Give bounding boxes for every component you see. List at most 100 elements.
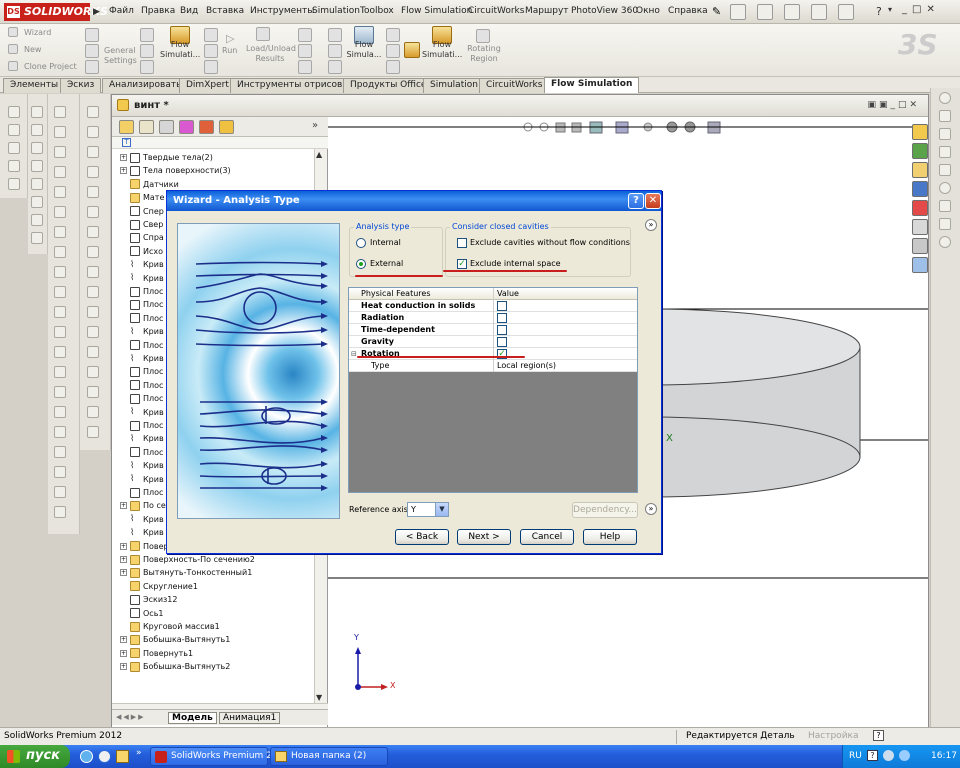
- document-window-controls[interactable]: ▣▣_□✕: [867, 100, 920, 110]
- tool-icon[interactable]: [31, 124, 43, 136]
- rotation-type-value[interactable]: Local region(s): [497, 360, 556, 372]
- reference-axis-select[interactable]: Y ▼: [407, 502, 449, 517]
- tray-icon[interactable]: [899, 750, 910, 761]
- tool-icon[interactable]: [31, 178, 43, 190]
- tool-icon[interactable]: [31, 232, 43, 244]
- run-icon[interactable]: ▷: [226, 32, 234, 45]
- tree-item[interactable]: Плос: [120, 365, 163, 378]
- filter-icon[interactable]: T: [122, 138, 131, 147]
- tool-icon[interactable]: [939, 164, 951, 176]
- tree-item[interactable]: Спер: [120, 205, 164, 218]
- time-dependent-checkbox[interactable]: [497, 325, 507, 335]
- tool-icon[interactable]: [54, 406, 66, 418]
- cancel-button[interactable]: Cancel: [520, 529, 574, 545]
- tool-icon[interactable]: [87, 166, 99, 178]
- window-controls[interactable]: _□✕: [902, 4, 940, 15]
- tool-icon[interactable]: [54, 446, 66, 458]
- clone-project-button[interactable]: Clone Project: [24, 62, 77, 71]
- tool-icon[interactable]: [939, 200, 951, 212]
- tree-item[interactable]: + Повернуть1: [120, 647, 193, 660]
- external-radio[interactable]: [356, 259, 366, 269]
- tree-item[interactable]: Плос: [120, 312, 163, 325]
- undo-icon[interactable]: [838, 4, 854, 20]
- external-label[interactable]: External: [370, 259, 403, 268]
- scroll-up-icon[interactable]: ▲: [316, 150, 322, 159]
- new-button[interactable]: New: [24, 45, 41, 54]
- tool-icon[interactable]: [328, 28, 342, 42]
- load-unload-results-button[interactable]: Load/Unload Results: [246, 44, 296, 64]
- tree-item[interactable]: + Бобышка-Вытянуть2: [120, 660, 230, 673]
- tool-icon[interactable]: [54, 366, 66, 378]
- menu-insert[interactable]: Вставка: [206, 6, 244, 16]
- tool-icon[interactable]: [54, 466, 66, 478]
- tool-icon[interactable]: [87, 306, 99, 318]
- tool-icon[interactable]: [85, 60, 99, 74]
- help-dropdown-icon[interactable]: ▾: [888, 5, 892, 14]
- tool-icon[interactable]: [54, 306, 66, 318]
- tree-item[interactable]: Плос: [120, 379, 163, 392]
- tree-item[interactable]: Исхо: [120, 245, 163, 258]
- quicklaunch-more-icon[interactable]: »: [136, 748, 142, 758]
- tool-icon[interactable]: [54, 146, 66, 158]
- new-icon[interactable]: [8, 44, 18, 54]
- tool-icon[interactable]: [298, 44, 312, 58]
- heat-conduction-checkbox[interactable]: [497, 301, 507, 311]
- radiation-checkbox[interactable]: [497, 313, 507, 323]
- custom-properties-icon[interactable]: [912, 238, 928, 254]
- tool-icon[interactable]: [386, 60, 400, 74]
- appearances-icon[interactable]: [912, 219, 928, 235]
- gravity-checkbox[interactable]: [497, 337, 507, 347]
- tab-render-tools[interactable]: Инструменты отрисовки: [230, 78, 361, 93]
- exclude-internal-space-label[interactable]: Exclude internal space: [470, 259, 561, 268]
- solidworks-logo[interactable]: DS SOLIDWORKS: [4, 3, 108, 21]
- exclude-internal-space-checkbox[interactable]: ✓: [457, 259, 467, 269]
- tool-icon[interactable]: [85, 28, 99, 42]
- tool-icon[interactable]: [87, 406, 99, 418]
- exclude-cavities-label[interactable]: Exclude cavities without flow conditions: [470, 238, 630, 247]
- tool-icon[interactable]: [328, 60, 342, 74]
- run-button[interactable]: Run: [222, 46, 237, 55]
- tool-icon[interactable]: [54, 326, 66, 338]
- load-results-icon[interactable]: [256, 27, 270, 41]
- browser-icon[interactable]: [98, 750, 111, 763]
- tree-item[interactable]: Свер: [120, 218, 163, 231]
- menu-photoview[interactable]: PhotoView 360: [571, 6, 638, 16]
- tab-evaluate[interactable]: Анализировать: [102, 78, 189, 93]
- file-explorer-icon[interactable]: [912, 181, 928, 197]
- tree-item[interactable]: Спра: [120, 231, 164, 244]
- tool-icon[interactable]: [87, 206, 99, 218]
- tool-icon[interactable]: [939, 236, 951, 248]
- help-icon[interactable]: ?: [873, 730, 884, 741]
- relation-icon[interactable]: [8, 178, 20, 190]
- tree-item[interactable]: ⌇ Крив: [120, 406, 164, 419]
- tool-icon[interactable]: [31, 196, 43, 208]
- tool-icon[interactable]: [140, 44, 154, 58]
- tool-icon[interactable]: [54, 106, 66, 118]
- tree-item[interactable]: Плос: [120, 339, 163, 352]
- tool-icon[interactable]: [939, 182, 951, 194]
- menu-help[interactable]: Справка: [668, 6, 708, 16]
- tool-icon[interactable]: [54, 246, 66, 258]
- tree-item[interactable]: ⌇ Крив: [120, 352, 164, 365]
- tool-icon[interactable]: [298, 28, 312, 42]
- help-icon[interactable]: ?: [876, 5, 882, 18]
- menu-tools[interactable]: Инструменты: [250, 6, 314, 16]
- tool-icon[interactable]: [939, 92, 951, 104]
- tool-icon[interactable]: [85, 44, 99, 58]
- feature-filter[interactable]: T: [112, 137, 328, 149]
- expand-axis-icon[interactable]: »: [645, 503, 657, 515]
- tree-item[interactable]: + Твердые тела(2): [120, 151, 213, 164]
- tool-icon[interactable]: [87, 266, 99, 278]
- feature-tree-tab-icon[interactable]: [119, 120, 134, 134]
- tree-item[interactable]: ⌇ Крив: [120, 473, 164, 486]
- tool-icon[interactable]: [54, 266, 66, 278]
- tool-icon[interactable]: [54, 206, 66, 218]
- taskbar-folder[interactable]: Новая папка (2): [270, 747, 388, 766]
- tree-item[interactable]: + Тела поверхности(3): [120, 164, 231, 177]
- flow-simulation-3-button[interactable]: Flow Simulati...: [422, 40, 462, 60]
- tree-item[interactable]: Плос: [120, 419, 163, 432]
- tab-flow-simulation[interactable]: Flow Simulation: [544, 77, 640, 93]
- menu-toolbox[interactable]: Toolbox: [360, 6, 394, 16]
- tool-icon[interactable]: [204, 28, 218, 42]
- scroll-down-icon[interactable]: ▼: [316, 693, 322, 702]
